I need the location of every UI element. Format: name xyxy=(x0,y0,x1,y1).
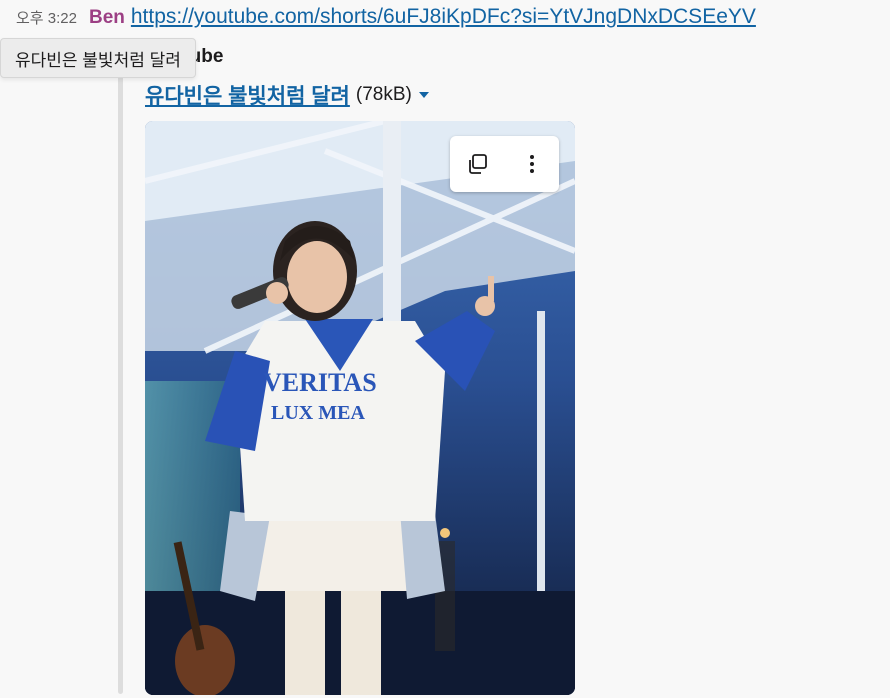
message-header: 오후 3:22 Ben https://youtube.com/shorts/6… xyxy=(16,5,756,31)
shirt-text-line2: LUX MEA xyxy=(271,402,365,424)
attachment-title-row: 유다빈은 불빛처럼 달려 (78kB) xyxy=(145,80,429,110)
thumbnail-action-bar xyxy=(450,136,559,192)
message-link[interactable]: https://youtube.com/shorts/6uFJ8iKpDFc?s… xyxy=(131,5,756,29)
attachment-title-link[interactable]: 유다빈은 불빛처럼 달려 xyxy=(145,80,350,110)
shirt-text-line1: VERITAS xyxy=(263,368,377,397)
more-actions-button[interactable] xyxy=(514,146,550,182)
slack-message-view: 오후 3:22 Ben https://youtube.com/shorts/6… xyxy=(0,0,890,698)
sender-name[interactable]: Ben xyxy=(89,7,125,29)
tooltip-text: 유다빈은 불빛처럼 달려 xyxy=(15,50,181,70)
thumbnail-illustration: VERITAS LUX MEA xyxy=(145,121,575,695)
collapse-caret-icon[interactable] xyxy=(418,92,429,98)
video-thumbnail[interactable]: VERITAS LUX MEA xyxy=(145,121,575,695)
more-vertical-icon xyxy=(529,155,534,173)
title-tooltip: 유다빈은 불빛처럼 달려 xyxy=(0,38,196,78)
attachment-bar xyxy=(118,42,123,694)
message-timestamp[interactable]: 오후 3:22 xyxy=(16,7,77,28)
copy-icon xyxy=(469,154,488,174)
copy-button[interactable] xyxy=(459,146,495,182)
attachment-size: (78kB) xyxy=(355,84,412,105)
